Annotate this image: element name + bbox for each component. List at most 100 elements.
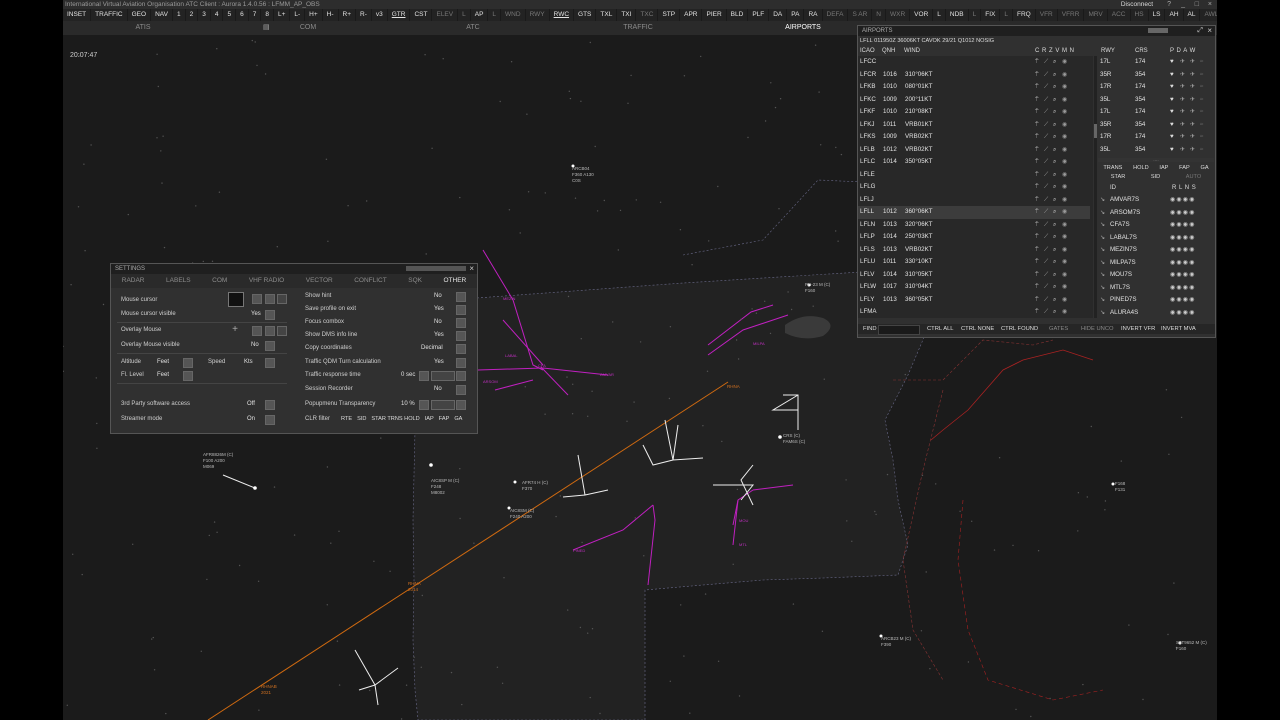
- zoom-icon[interactable]: ⌕: [1053, 69, 1056, 82]
- maximize-button[interactable]: □: [1195, 0, 1199, 9]
- procedure-row[interactable]: ↘ AMVAR7S ◉◉◉◉: [1100, 194, 1210, 207]
- plane-departure-icon[interactable]: ✈: [1180, 106, 1185, 119]
- menu-item-4-7[interactable]: 4: [211, 9, 224, 21]
- menu-item-wnd-25[interactable]: WND: [501, 9, 526, 21]
- bottom-button-find[interactable]: FIND: [860, 324, 880, 334]
- airport-row[interactable]: LFLG ⍑ ⟋ ⌕ ◉: [858, 181, 1090, 194]
- zoom-icon[interactable]: ⌕: [1053, 306, 1056, 319]
- zoom-icon[interactable]: ⌕: [1053, 294, 1056, 307]
- settings-title-bar[interactable]: SETTINGS ×: [111, 264, 477, 274]
- tower-icon[interactable]: ⍑: [1035, 69, 1039, 82]
- procedure-row[interactable]: ↘ ARSOM7S ◉◉◉◉: [1100, 207, 1210, 220]
- eye-icon[interactable]: ◉: [1062, 119, 1067, 132]
- airport-row[interactable]: LFKS 1009 VRB02KT ⍑ ⟋ ⌕ ◉: [858, 131, 1090, 144]
- bottom-button-gates[interactable]: GATES: [1046, 324, 1071, 334]
- tower-icon[interactable]: ⍑: [1035, 94, 1039, 107]
- airport-row[interactable]: LFLJ ⍑ ⟋ ⌕ ◉: [858, 194, 1090, 207]
- vector-icon[interactable]: ⟋: [1044, 131, 1048, 144]
- menu-item-inset-0[interactable]: INSET: [63, 9, 92, 21]
- close-icon[interactable]: ×: [1207, 26, 1212, 36]
- menu-item-vfr-51[interactable]: VFR: [1036, 9, 1058, 21]
- show-dms-toggle[interactable]: [456, 331, 466, 341]
- menu-item-ndb-46[interactable]: NDB: [946, 9, 969, 21]
- tower-icon[interactable]: ⍑: [1035, 144, 1039, 157]
- menu-item-txc-31[interactable]: TXC: [636, 9, 659, 21]
- settings-tab-sqk[interactable]: SQK: [408, 274, 422, 288]
- menu-item-l--13[interactable]: L-: [290, 9, 306, 21]
- menu-item-ah-57[interactable]: AH: [1165, 9, 1184, 21]
- zoom-icon[interactable]: ⌕: [1053, 56, 1056, 69]
- airport-row[interactable]: LFLE ⍑ ⟋ ⌕ ◉: [858, 169, 1090, 182]
- procedure-row[interactable]: ↘ MILPA7S ◉◉◉◉: [1100, 257, 1210, 270]
- airports-title-bar[interactable]: AIRPORTS ⤢ ×: [858, 26, 1215, 36]
- menu-item-txi-30[interactable]: TXI: [617, 9, 637, 21]
- eye-toggle-icons[interactable]: ◉◉◉◉: [1170, 207, 1196, 220]
- vector-icon[interactable]: ⟋: [1044, 69, 1048, 82]
- eye-toggle-icons[interactable]: ◉◉◉◉: [1170, 294, 1196, 307]
- vector-icon[interactable]: ⟋: [1044, 281, 1048, 294]
- menu-item-5-8[interactable]: 5: [223, 9, 237, 21]
- runway-row[interactable]: 35R 354 ♥ ✈ ✈ ≈: [1098, 119, 1214, 132]
- eye-icon[interactable]: ◉: [1062, 69, 1067, 82]
- airport-row[interactable]: LFLN 1013 320°06KT ⍑ ⟋ ⌕ ◉: [858, 219, 1090, 232]
- traffic-qdm-toggle[interactable]: [456, 358, 466, 368]
- eye-icon[interactable]: ◉: [1062, 56, 1067, 69]
- menu-item-fix-48[interactable]: FIX: [981, 9, 1001, 21]
- menu-item-r--17[interactable]: R-: [356, 9, 372, 21]
- tab-airports[interactable]: AIRPORTS: [768, 21, 838, 35]
- menu-item-gtr-19[interactable]: GTR: [388, 9, 411, 21]
- runway-row[interactable]: 35R 354 ♥ ✈ ✈ ≈: [1098, 69, 1214, 82]
- airport-row[interactable]: LFLY 1013 360°05KT ⍑ ⟋ ⌕ ◉: [858, 294, 1090, 307]
- menu-item-vfrr-52[interactable]: VFRR: [1058, 9, 1085, 21]
- save-profile-toggle[interactable]: [456, 305, 466, 315]
- airport-row[interactable]: LFLC 1014 350°05KT ⍑ ⟋ ⌕ ◉: [858, 156, 1090, 169]
- runway-row[interactable]: 17R 174 ♥ ✈ ✈ ≈: [1098, 131, 1214, 144]
- bottom-button-hide-unco[interactable]: HIDE UNCO: [1078, 324, 1117, 334]
- popup-transparency-down[interactable]: [419, 400, 429, 410]
- streamer-toggle[interactable]: [265, 415, 275, 425]
- vector-icon[interactable]: ⟋: [1044, 206, 1048, 219]
- eye-icon[interactable]: ◉: [1062, 206, 1067, 219]
- eye-icon[interactable]: ◉: [1062, 194, 1067, 207]
- menu-item-8-11[interactable]: 8: [261, 9, 274, 21]
- proc-tab-sid[interactable]: SID: [1151, 173, 1160, 182]
- heart-icon[interactable]: ♥: [1170, 94, 1174, 107]
- eye-icon[interactable]: ◉: [1062, 219, 1067, 232]
- menu-item-r+-16[interactable]: R+: [339, 9, 357, 21]
- plane-arrival-icon[interactable]: ✈: [1190, 56, 1195, 69]
- airport-row[interactable]: LFKC 1009 200°11KT ⍑ ⟋ ⌕ ◉: [858, 94, 1090, 107]
- menu-item-h--15[interactable]: H-: [323, 9, 339, 21]
- runway-row[interactable]: 17L 174 ♥ ✈ ✈ ≈: [1098, 106, 1214, 119]
- proc-tab-fap[interactable]: FAP: [1179, 164, 1190, 173]
- tower-icon[interactable]: ⍑: [1035, 306, 1039, 319]
- popup-transparency-slider[interactable]: [431, 400, 455, 410]
- eye-icon[interactable]: ◉: [1062, 244, 1067, 257]
- disconnect-button[interactable]: Disconnect: [1121, 0, 1153, 9]
- zoom-icon[interactable]: ⌕: [1053, 81, 1056, 94]
- eye-icon[interactable]: ◉: [1062, 156, 1067, 169]
- bottom-button-invert-mva[interactable]: INVERT MVA: [1158, 324, 1199, 334]
- zoom-icon[interactable]: ⌕: [1053, 194, 1056, 207]
- show-hint-toggle[interactable]: [456, 292, 466, 302]
- eye-toggle-icons[interactable]: ◉◉◉◉: [1170, 232, 1196, 245]
- plane-arrival-icon[interactable]: ✈: [1190, 144, 1195, 157]
- vector-icon[interactable]: ⟋: [1044, 156, 1048, 169]
- tower-icon[interactable]: ⍑: [1035, 231, 1039, 244]
- eye-toggle-icons[interactable]: ◉◉◉◉: [1170, 307, 1196, 320]
- menu-item-l-45[interactable]: L: [933, 9, 946, 21]
- plane-departure-icon[interactable]: ✈: [1180, 144, 1185, 157]
- menu-item-stp-32[interactable]: STP: [658, 9, 681, 21]
- menu-item-txl-29[interactable]: TXL: [596, 9, 618, 21]
- settings-tab-conflict[interactable]: CONFLICT: [354, 274, 387, 288]
- traffic-response-down[interactable]: [419, 371, 429, 381]
- menu-item-defa-40[interactable]: DEFA: [823, 9, 849, 21]
- airport-row[interactable]: LFKB 1010 080°01KT ⍑ ⟋ ⌕ ◉: [858, 81, 1090, 94]
- airport-row[interactable]: LFLB 1012 VRB02KT ⍑ ⟋ ⌕ ◉: [858, 144, 1090, 157]
- airport-row[interactable]: LFLW 1017 310°04KT ⍑ ⟋ ⌕ ◉: [858, 281, 1090, 294]
- wind-icon[interactable]: ≈: [1200, 144, 1203, 157]
- settings-drag-handle[interactable]: [406, 266, 466, 271]
- heart-icon[interactable]: ♥: [1170, 56, 1174, 69]
- overlay-next-button[interactable]: [265, 326, 275, 336]
- menu-item-3-6[interactable]: 3: [198, 9, 211, 21]
- procedure-row[interactable]: ↘ LABAL7S ◉◉◉◉: [1100, 232, 1210, 245]
